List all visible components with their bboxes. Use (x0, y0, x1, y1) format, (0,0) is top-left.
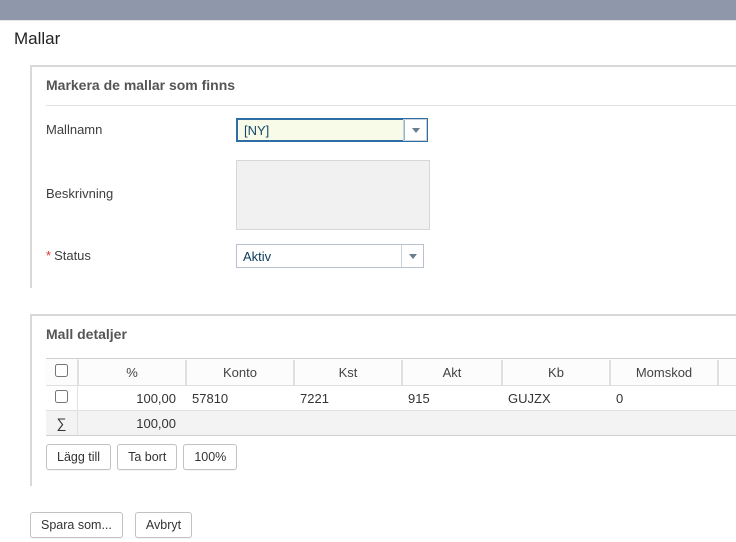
panel-templates-heading: Markera de mallar som finns (46, 77, 736, 106)
col-percent: % (78, 360, 186, 385)
cell-kb: GUJZX (502, 387, 610, 410)
col-momskod: Momskod (610, 360, 718, 385)
grid-header-row: % Konto Kst Akt Kb Momskod Mom (46, 359, 736, 385)
table-row[interactable]: 100,00 57810 7221 915 GUJZX 0 (46, 385, 736, 410)
panel-templates: Markera de mallar som finns Mallnamn Bes… (30, 65, 736, 288)
checkbox-row[interactable] (55, 390, 68, 403)
label-status-text: Status (54, 248, 91, 263)
cell-mom (718, 394, 736, 402)
cell-momskod: 0 (610, 387, 718, 410)
label-status: *Status (46, 244, 236, 263)
sigma-icon: ∑ (46, 411, 78, 435)
sum-percent: 100,00 (78, 412, 186, 435)
hundred-percent-button[interactable]: 100% (183, 444, 237, 470)
cell-kst: 7221 (294, 387, 402, 410)
dropdown-mallnamn-button[interactable] (404, 120, 426, 140)
cell-akt: 915 (402, 387, 502, 410)
header-select-all[interactable] (46, 359, 78, 385)
remove-button[interactable]: Ta bort (117, 444, 177, 470)
textarea-beskrivning[interactable] (236, 160, 430, 230)
details-grid: % Konto Kst Akt Kb Momskod Mom 100,00 57… (46, 358, 736, 436)
col-kb: Kb (502, 360, 610, 385)
panel-details-heading: Mall detaljer (46, 326, 736, 354)
chevron-down-icon (412, 128, 420, 133)
page-title: Mallar (0, 20, 736, 59)
label-beskrivning: Beskrivning (46, 160, 236, 201)
cell-konto: 57810 (186, 387, 294, 410)
combo-status[interactable] (236, 244, 424, 268)
add-button[interactable]: Lägg till (46, 444, 111, 470)
input-mallnamn[interactable] (238, 120, 398, 140)
input-status[interactable] (237, 245, 401, 267)
combo-mallnamn[interactable] (236, 118, 428, 142)
save-as-button[interactable]: Spara som... (30, 512, 123, 538)
label-mallnamn: Mallnamn (46, 118, 236, 137)
cancel-button[interactable]: Avbryt (135, 512, 192, 538)
col-konto: Konto (186, 360, 294, 385)
table-sum-row: ∑ 100,00 (46, 410, 736, 435)
required-asterisk: * (46, 248, 51, 263)
dropdown-status-button[interactable] (401, 245, 423, 267)
checkbox-select-all[interactable] (55, 364, 68, 377)
col-kst: Kst (294, 360, 402, 385)
col-mom: Mom (718, 360, 736, 385)
window-topbar (0, 0, 736, 20)
panel-details: Mall detaljer % Konto Kst Akt Kb Momskod… (30, 314, 736, 486)
col-akt: Akt (402, 360, 502, 385)
chevron-down-icon (409, 254, 417, 259)
cell-percent: 100,00 (78, 387, 186, 410)
